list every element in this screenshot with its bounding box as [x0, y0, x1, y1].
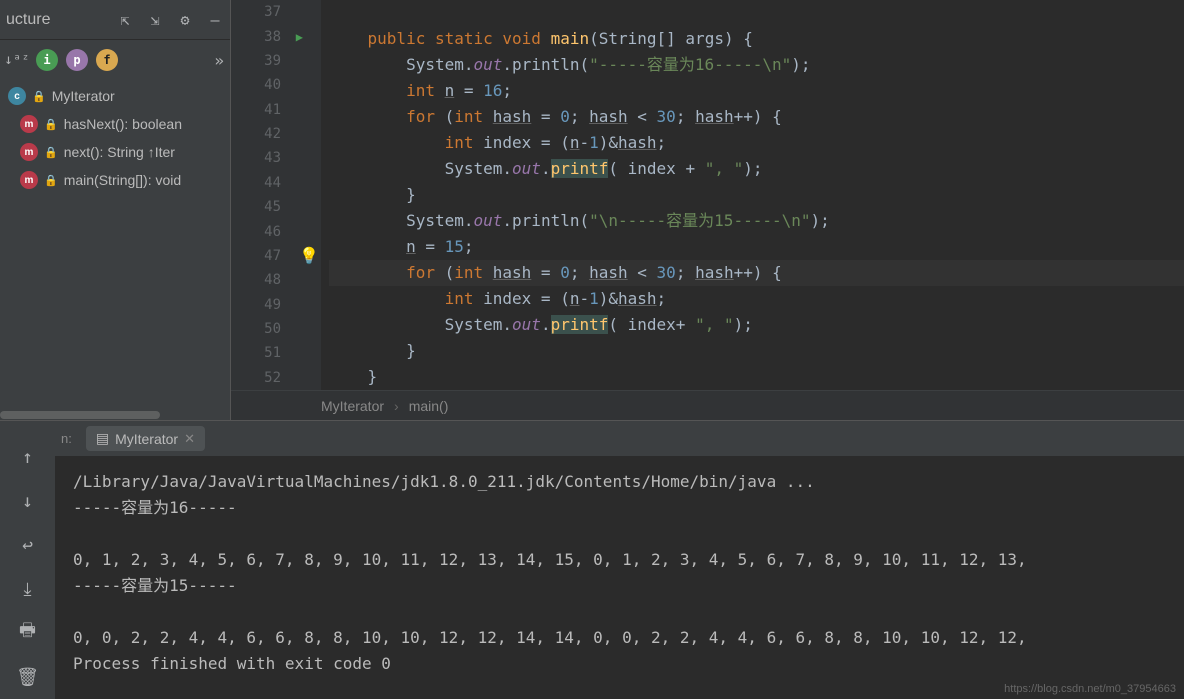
code-line[interactable]: public static void main(String[] args) {: [329, 26, 1184, 52]
method-icon: m: [20, 115, 38, 133]
tree-method-item[interactable]: m 🔒 next(): String ↑Iter: [0, 138, 230, 166]
code-line[interactable]: [329, 0, 1184, 26]
run-tab-icon: ▤: [96, 430, 109, 447]
code-line[interactable]: System.out.printf( index + ", ");: [329, 156, 1184, 182]
editor-area: 3738▶394041424344454647💡4849505152 publi…: [231, 0, 1184, 420]
run-label: n:: [61, 431, 86, 446]
structure-filters: ↓ᵃᶻ i p f »: [0, 40, 230, 80]
lock-icon: 🔒: [44, 174, 58, 187]
print-icon[interactable]: 🖶: [16, 621, 40, 645]
gutter-line[interactable]: 49: [231, 293, 321, 317]
watermark: https://blog.csdn.net/m0_37954663: [1004, 683, 1176, 695]
run-section: ↑ ↓ ↩ ⤓ 🖶 🗑 n: ▤ MyIterator ✕ /Library/J…: [0, 420, 1184, 699]
bulb-icon[interactable]: 💡: [299, 246, 319, 265]
step-down-icon[interactable]: ↓: [16, 489, 40, 513]
code-line[interactable]: System.out.println("-----容量为16-----\n");: [329, 52, 1184, 78]
gutter-line[interactable]: 46: [231, 219, 321, 243]
lock-icon: 🔒: [44, 118, 58, 131]
run-tabs: n: ▤ MyIterator ✕: [55, 421, 1184, 457]
lock-icon: 🔒: [44, 146, 58, 159]
run-tab[interactable]: ▤ MyIterator ✕: [86, 426, 205, 451]
sort-az-icon[interactable]: ↓ᵃᶻ: [6, 49, 28, 71]
code-line[interactable]: for (int hash = 0; hash < 30; hash++) {: [329, 104, 1184, 130]
method-icon: m: [20, 143, 38, 161]
gutter-line[interactable]: 45: [231, 195, 321, 219]
breadcrumb-class[interactable]: MyIterator: [321, 398, 384, 414]
structure-title: ucture: [6, 11, 50, 29]
gutter-line[interactable]: 47💡: [231, 244, 321, 268]
breadcrumb-sep-icon: ›: [394, 398, 399, 414]
gutter-line[interactable]: 38▶: [231, 24, 321, 48]
gutter-line[interactable]: 41: [231, 98, 321, 122]
code-line[interactable]: int index = (n-1)&hash;: [329, 286, 1184, 312]
filter-fields-badge[interactable]: f: [96, 49, 118, 71]
tree-method-label: main(String[]): void: [64, 172, 181, 188]
gutter-line[interactable]: 43: [231, 146, 321, 170]
code-line[interactable]: n = 15;: [329, 234, 1184, 260]
scroll-end-icon[interactable]: ⤓: [16, 577, 40, 601]
gutter-line[interactable]: 52: [231, 366, 321, 390]
console-output[interactable]: /Library/Java/JavaVirtualMachines/jdk1.8…: [55, 457, 1184, 699]
gutter-line[interactable]: 42: [231, 122, 321, 146]
code-line[interactable]: int n = 16;: [329, 78, 1184, 104]
tree-class-item[interactable]: c 🔒 MyIterator: [0, 82, 230, 110]
filter-properties-badge[interactable]: p: [66, 49, 88, 71]
tree-method-item[interactable]: m 🔒 main(String[]): void: [0, 166, 230, 194]
gear-icon[interactable]: ⚙: [176, 11, 194, 29]
run-toolstrip: ↑ ↓ ↩ ⤓ 🖶 🗑: [0, 421, 55, 699]
structure-toolbar: ucture ⇱ ⇲ ⚙ —: [0, 0, 230, 40]
tree-method-label: next(): String ↑Iter: [64, 144, 175, 160]
close-icon[interactable]: ✕: [184, 431, 195, 447]
gutter-line[interactable]: 51: [231, 341, 321, 365]
tree-class-label: MyIterator: [52, 88, 115, 104]
structure-hscroll[interactable]: [0, 410, 230, 420]
editor-gutter[interactable]: 3738▶394041424344454647💡4849505152: [231, 0, 321, 390]
breadcrumb: MyIterator › main(): [231, 390, 1184, 420]
structure-panel: ucture ⇱ ⇲ ⚙ — ↓ᵃᶻ i p f » c 🔒 MyIterato…: [0, 0, 231, 420]
step-up-icon[interactable]: ↑: [16, 445, 40, 469]
filter-interface-badge[interactable]: i: [36, 49, 58, 71]
code-line[interactable]: }: [329, 338, 1184, 364]
soft-wrap-icon[interactable]: ↩: [16, 533, 40, 557]
gutter-line[interactable]: 48: [231, 268, 321, 292]
minimize-icon[interactable]: —: [206, 11, 224, 29]
lock-icon: 🔒: [32, 90, 46, 103]
code-line[interactable]: System.out.println("\n-----容量为15-----\n"…: [329, 208, 1184, 234]
more-icon[interactable]: »: [214, 51, 224, 70]
run-tab-label: MyIterator: [115, 431, 178, 447]
tree-method-label: hasNext(): boolean: [64, 116, 182, 132]
run-panel: n: ▤ MyIterator ✕ /Library/Java/JavaVirt…: [55, 421, 1184, 699]
editor-code[interactable]: public static void main(String[] args) {…: [321, 0, 1184, 390]
hscroll-thumb[interactable]: [0, 411, 160, 419]
gutter-line[interactable]: 40: [231, 73, 321, 97]
gutter-line[interactable]: 50: [231, 317, 321, 341]
gutter-line[interactable]: 37: [231, 0, 321, 24]
breadcrumb-method[interactable]: main(): [409, 398, 449, 414]
run-gutter-icon[interactable]: ▶: [296, 30, 303, 44]
expand-icon[interactable]: ⇲: [146, 11, 164, 29]
trash-icon[interactable]: 🗑: [16, 665, 40, 689]
code-line[interactable]: System.out.printf( index+ ", ");: [329, 312, 1184, 338]
class-icon: c: [8, 87, 26, 105]
method-icon: m: [20, 171, 38, 189]
tree-method-item[interactable]: m 🔒 hasNext(): boolean: [0, 110, 230, 138]
code-line[interactable]: }: [329, 182, 1184, 208]
code-line[interactable]: for (int hash = 0; hash < 30; hash++) {: [329, 260, 1184, 286]
gutter-line[interactable]: 39: [231, 49, 321, 73]
structure-tree: c 🔒 MyIterator m 🔒 hasNext(): boolean m 🔒 nex…: [0, 80, 230, 410]
code-line[interactable]: int index = (n-1)&hash;: [329, 130, 1184, 156]
gutter-line[interactable]: 44: [231, 171, 321, 195]
collapse-icon[interactable]: ⇱: [116, 11, 134, 29]
code-line[interactable]: }: [329, 364, 1184, 390]
